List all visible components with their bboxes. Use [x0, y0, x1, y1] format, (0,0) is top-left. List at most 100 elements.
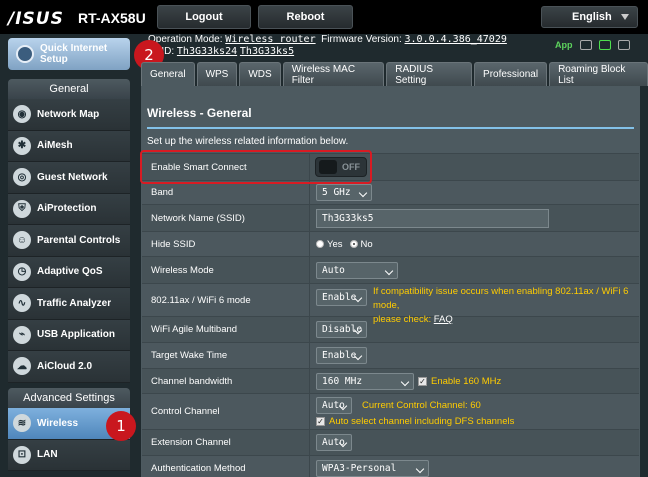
wifi6-warning-text: If compatibility issue occurs when enabl…	[373, 286, 629, 311]
dfs-label: Auto select channel including DFS channe…	[329, 415, 515, 427]
chevron-down-icon	[621, 14, 629, 20]
row-wireless-mode: Wireless Mode Auto	[142, 256, 639, 283]
agile-multiband-select[interactable]: Disable	[316, 321, 367, 338]
row-wifi6-mode: 802.11ax / WiFi 6 mode Enable If compati…	[142, 283, 639, 325]
wireless-general-panel: Wireless - General Set up the wireless r…	[141, 86, 640, 477]
chevron-down-icon	[358, 188, 368, 198]
sidebar-item-label: Wireless	[37, 417, 79, 429]
band-select[interactable]: 5 GHz	[316, 184, 372, 201]
row-channel-bandwidth: Channel bandwidth 160 MHz ✓ Enable 160 M…	[142, 368, 639, 393]
twt-label: Target Wake Time	[142, 343, 310, 368]
quick-internet-setup-button[interactable]: Quick Internet Setup	[8, 38, 130, 70]
page-description: Set up the wireless related information …	[147, 136, 349, 147]
control-channel-select[interactable]: Auto	[316, 396, 352, 414]
hide-ssid-no-radio[interactable]	[349, 240, 358, 248]
quick-setup-line2: Setup	[40, 54, 68, 65]
enable-160-checkbox[interactable]: ✓	[418, 376, 427, 386]
reboot-button[interactable]: Reboot	[258, 5, 353, 29]
bandwidth-value: 160 MHz	[322, 375, 363, 387]
language-select[interactable]: English	[541, 6, 638, 28]
auth-method-label: Authentication Method	[142, 456, 310, 477]
sidebar-item-label: AiCloud 2.0	[37, 360, 93, 372]
band-label: Band	[142, 181, 310, 204]
usb-status-icon[interactable]	[617, 40, 630, 50]
ssid-input[interactable]: Th3G33ks5	[316, 208, 549, 228]
sidebar-item-traffic-analyzer[interactable]: ∿ Traffic Analyzer	[8, 288, 130, 320]
sidebar-item-label: Parental Controls	[37, 234, 121, 246]
logout-button[interactable]: Logout	[157, 5, 251, 29]
chevron-down-icon	[415, 464, 425, 474]
row-auth-method: Authentication Method WPA3-Personal	[142, 455, 639, 477]
hide-ssid-yes-radio[interactable]	[316, 240, 324, 248]
sidebar-item-network-map[interactable]: ◉ Network Map	[8, 99, 130, 131]
op-mode-link[interactable]: Wireless router	[225, 34, 315, 45]
sidebar-item-lan[interactable]: ⊡ LAN	[8, 439, 130, 471]
control-channel-label: Control Channel	[142, 394, 310, 429]
ssid-link-1[interactable]: Th3G33ks24	[177, 46, 237, 57]
sidebar-item-label: USB Application	[37, 329, 115, 341]
sidebar-item-guest-network[interactable]: ◎ Guest Network	[8, 162, 130, 194]
wireless-mode-select[interactable]: Auto	[316, 261, 398, 279]
tab-wps[interactable]: WPS	[196, 62, 238, 86]
ssid-field-label: Network Name (SSID)	[142, 205, 310, 231]
band-value: 5 GHz	[322, 187, 351, 198]
wifi-icon: ≋	[13, 414, 31, 433]
tab-professional[interactable]: Professional	[474, 62, 548, 86]
sidebar-item-aimesh[interactable]: ✱ AiMesh	[8, 130, 130, 162]
usb-icon: ⌁	[13, 325, 31, 344]
wifi6-mode-label: 802.11ax / WiFi 6 mode	[142, 284, 310, 316]
fw-link[interactable]: 3.0.0.4.386_47029	[405, 34, 507, 45]
asus-logo: /ISUS	[8, 9, 64, 29]
bandwidth-select[interactable]: 160 MHz	[316, 372, 414, 390]
parental-icon: ☺	[13, 231, 31, 250]
sidebar-item-adaptive-qos[interactable]: ◷ Adaptive QoS	[8, 256, 130, 288]
hide-ssid-no-label: No	[360, 238, 373, 250]
sidebar-item-usb-application[interactable]: ⌁ USB Application	[8, 319, 130, 351]
hide-ssid-label: Hide SSID	[142, 232, 310, 256]
title-divider	[147, 127, 634, 129]
twt-value: Enable	[322, 350, 357, 361]
sidebar-item-label: AiMesh	[37, 140, 73, 152]
twt-select[interactable]: Enable	[316, 347, 367, 364]
row-target-wake-time: Target Wake Time Enable	[142, 342, 639, 368]
ssid-link-2[interactable]: Th3G33ks5	[240, 46, 294, 57]
tab-wireless-mac-filter[interactable]: Wireless MAC Filter	[282, 62, 385, 86]
guest-network-icon: ◎	[13, 168, 31, 187]
wireless-mode-value: Auto	[322, 264, 345, 276]
sidebar-item-label: Network Map	[37, 108, 100, 120]
row-agile-multiband: WiFi Agile Multiband Disable	[142, 316, 639, 342]
current-channel-text: Current Control Channel: 60	[362, 399, 481, 411]
step-badge-1: 1	[106, 411, 136, 441]
row-extension-channel: Extension Channel Auto	[142, 429, 639, 455]
sidebar-item-label: Adaptive QoS	[37, 266, 103, 278]
wireless-mode-label: Wireless Mode	[142, 257, 310, 283]
internet-status-icon[interactable]	[598, 40, 611, 50]
auth-method-select[interactable]: WPA3-Personal	[316, 460, 429, 477]
wifi6-mode-select[interactable]: Enable	[316, 289, 367, 306]
smart-connect-highlight	[140, 150, 372, 184]
sidebar-item-aicloud[interactable]: ☁ AiCloud 2.0	[8, 351, 130, 383]
general-header: General	[8, 79, 130, 99]
enable-160-label: Enable 160 MHz	[431, 375, 502, 387]
sidebar-item-label: Traffic Analyzer	[37, 297, 112, 309]
qos-icon: ◷	[13, 262, 31, 281]
sidebar-item-parental-controls[interactable]: ☺ Parental Controls	[8, 225, 130, 257]
bandwidth-label: Channel bandwidth	[142, 369, 310, 393]
users-icon[interactable]	[579, 40, 592, 50]
app-label[interactable]: App	[555, 40, 573, 50]
tab-general[interactable]: General	[141, 62, 195, 86]
tab-wds[interactable]: WDS	[239, 62, 281, 86]
shield-icon: ⛨	[13, 199, 31, 218]
quick-setup-icon	[16, 45, 34, 63]
tab-roaming-block-list[interactable]: Roaming Block List	[549, 62, 648, 86]
settings-table: Enable Smart Connect OFF Band 5 GHz Netw…	[142, 153, 639, 477]
cloud-icon: ☁	[13, 357, 31, 376]
extension-channel-select[interactable]: Auto	[316, 434, 352, 451]
sidebar-item-label: Guest Network	[37, 171, 108, 183]
hide-ssid-yes-label: Yes	[327, 238, 343, 250]
row-hide-ssid: Hide SSID Yes No	[142, 231, 639, 256]
tab-radius-setting[interactable]: RADIUS Setting	[386, 62, 473, 86]
top-bar: /ISUS RT-AX58U Logout Reboot English	[0, 0, 648, 34]
sidebar-item-aiprotection[interactable]: ⛨ AiProtection	[8, 193, 130, 225]
dfs-checkbox[interactable]: ✓	[316, 416, 325, 426]
